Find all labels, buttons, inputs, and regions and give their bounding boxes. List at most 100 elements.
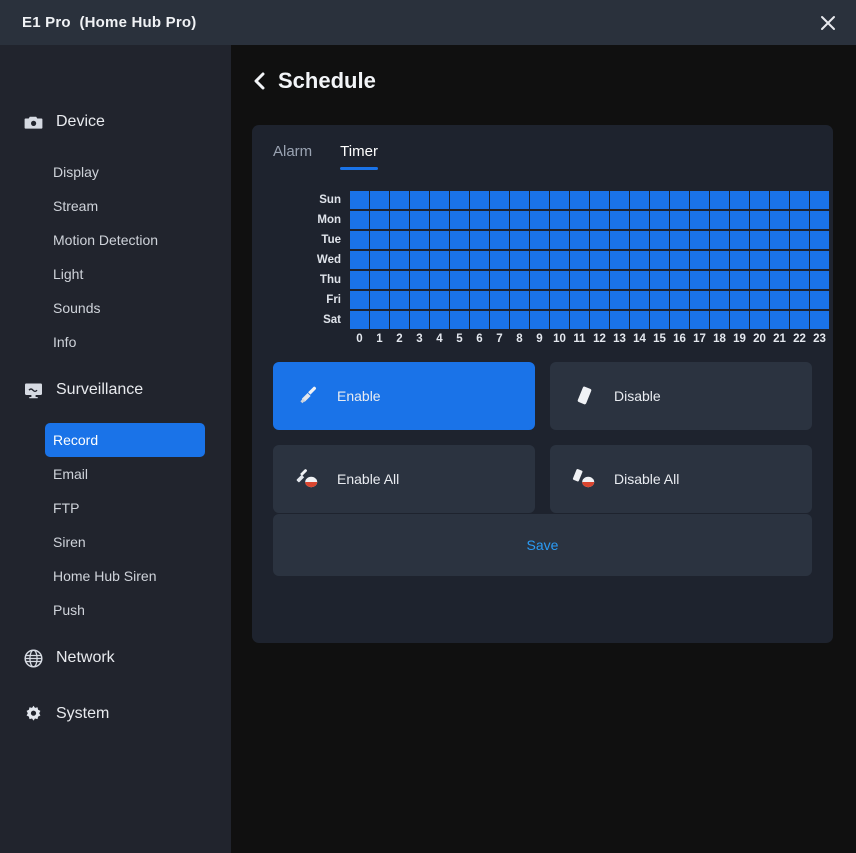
schedule-cell[interactable]	[650, 250, 669, 269]
sidebar-item-sounds[interactable]: Sounds	[45, 291, 205, 325]
schedule-cell[interactable]	[790, 250, 809, 269]
sidebar-item-siren[interactable]: Siren	[45, 525, 205, 559]
schedule-cell[interactable]	[650, 310, 669, 329]
schedule-cell[interactable]	[370, 290, 389, 309]
schedule-cell[interactable]	[550, 210, 569, 229]
schedule-row[interactable]: Sun	[252, 190, 833, 209]
schedule-cell[interactable]	[510, 270, 529, 289]
schedule-cell[interactable]	[430, 230, 449, 249]
schedule-cell[interactable]	[790, 290, 809, 309]
schedule-cell[interactable]	[750, 210, 769, 229]
schedule-cell[interactable]	[590, 210, 609, 229]
schedule-cell[interactable]	[470, 210, 489, 229]
schedule-row-cells[interactable]	[350, 230, 830, 249]
sidebar-group-surveillance[interactable]: Surveillance	[0, 371, 231, 409]
schedule-cell[interactable]	[530, 230, 549, 249]
schedule-cell[interactable]	[430, 270, 449, 289]
schedule-cell[interactable]	[730, 250, 749, 269]
sidebar-item-home-hub-siren[interactable]: Home Hub Siren	[45, 559, 205, 593]
schedule-cell[interactable]	[630, 230, 649, 249]
schedule-cell[interactable]	[650, 290, 669, 309]
schedule-cell[interactable]	[750, 310, 769, 329]
schedule-cell[interactable]	[390, 290, 409, 309]
schedule-cell[interactable]	[650, 230, 669, 249]
schedule-cell[interactable]	[710, 190, 729, 209]
schedule-cell[interactable]	[510, 250, 529, 269]
sidebar-item-email[interactable]: Email	[45, 457, 205, 491]
schedule-cell[interactable]	[550, 310, 569, 329]
schedule-cell[interactable]	[810, 290, 829, 309]
schedule-cell[interactable]	[630, 290, 649, 309]
schedule-cell[interactable]	[530, 190, 549, 209]
schedule-cell[interactable]	[470, 230, 489, 249]
schedule-cell[interactable]	[510, 310, 529, 329]
schedule-cell[interactable]	[810, 270, 829, 289]
schedule-cell[interactable]	[570, 250, 589, 269]
schedule-cell[interactable]	[370, 250, 389, 269]
schedule-cell[interactable]	[610, 310, 629, 329]
schedule-cell[interactable]	[490, 250, 509, 269]
schedule-cell[interactable]	[610, 250, 629, 269]
enable-button[interactable]: Enable	[273, 362, 535, 430]
schedule-cell[interactable]	[790, 230, 809, 249]
schedule-cell[interactable]	[590, 290, 609, 309]
sidebar-group-network[interactable]: Network	[0, 639, 231, 677]
schedule-cell[interactable]	[370, 210, 389, 229]
schedule-cell[interactable]	[770, 290, 789, 309]
schedule-row[interactable]: Fri	[252, 290, 833, 309]
schedule-cell[interactable]	[350, 290, 369, 309]
tab-timer[interactable]: Timer	[340, 143, 378, 170]
schedule-cell[interactable]	[450, 250, 469, 269]
sidebar-item-motion-detection[interactable]: Motion Detection	[45, 223, 205, 257]
schedule-row[interactable]: Tue	[252, 230, 833, 249]
schedule-cell[interactable]	[630, 190, 649, 209]
schedule-row-cells[interactable]	[350, 210, 830, 229]
schedule-cell[interactable]	[570, 210, 589, 229]
schedule-cell[interactable]	[610, 290, 629, 309]
schedule-cell[interactable]	[590, 250, 609, 269]
sidebar-group-system[interactable]: System	[0, 695, 231, 733]
schedule-cell[interactable]	[510, 190, 529, 209]
sidebar-item-info[interactable]: Info	[45, 325, 205, 359]
schedule-cell[interactable]	[690, 290, 709, 309]
schedule-cell[interactable]	[550, 270, 569, 289]
schedule-cell[interactable]	[750, 290, 769, 309]
schedule-row-cells[interactable]	[350, 290, 830, 309]
schedule-cell[interactable]	[770, 250, 789, 269]
schedule-cell[interactable]	[490, 270, 509, 289]
schedule-cell[interactable]	[690, 210, 709, 229]
schedule-cell[interactable]	[450, 210, 469, 229]
schedule-cell[interactable]	[630, 210, 649, 229]
back-button[interactable]	[252, 71, 266, 91]
schedule-row[interactable]: Mon	[252, 210, 833, 229]
schedule-cell[interactable]	[770, 210, 789, 229]
schedule-cell[interactable]	[510, 230, 529, 249]
schedule-cell[interactable]	[430, 290, 449, 309]
schedule-grid[interactable]: Sun Mon Tue Wed Thu Fri Sat 0 1 2 3 4 5 6 7 8 9 10 11 12 13…	[252, 190, 833, 345]
schedule-cell[interactable]	[690, 230, 709, 249]
schedule-cell[interactable]	[670, 270, 689, 289]
schedule-cell[interactable]	[810, 190, 829, 209]
schedule-cell[interactable]	[470, 190, 489, 209]
schedule-cell[interactable]	[630, 250, 649, 269]
schedule-cell[interactable]	[670, 290, 689, 309]
schedule-cell[interactable]	[370, 230, 389, 249]
schedule-cell[interactable]	[490, 290, 509, 309]
schedule-row-cells[interactable]	[350, 250, 830, 269]
schedule-cell[interactable]	[750, 190, 769, 209]
schedule-cell[interactable]	[810, 230, 829, 249]
schedule-cell[interactable]	[770, 310, 789, 329]
schedule-cell[interactable]	[430, 250, 449, 269]
sidebar-item-push[interactable]: Push	[45, 593, 205, 627]
schedule-cell[interactable]	[410, 230, 429, 249]
disable-all-button[interactable]: Disable All	[550, 445, 812, 513]
schedule-cell[interactable]	[750, 270, 769, 289]
schedule-cell[interactable]	[470, 310, 489, 329]
schedule-row-cells[interactable]	[350, 310, 830, 329]
schedule-cell[interactable]	[710, 230, 729, 249]
schedule-cell[interactable]	[690, 250, 709, 269]
schedule-cell[interactable]	[410, 290, 429, 309]
schedule-cell[interactable]	[730, 310, 749, 329]
schedule-cell[interactable]	[350, 310, 369, 329]
schedule-cell[interactable]	[510, 210, 529, 229]
